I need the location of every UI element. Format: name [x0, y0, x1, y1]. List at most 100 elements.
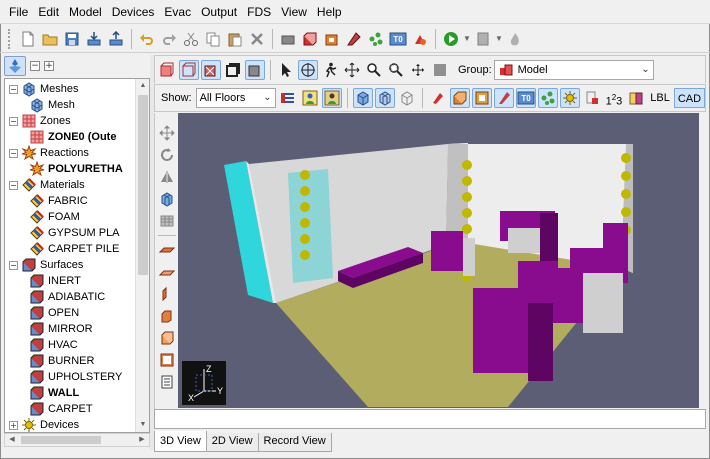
tree-category[interactable]: − Reactions — [9, 144, 89, 161]
open-folder-icon[interactable] — [40, 29, 60, 49]
select-pointer-icon[interactable] — [276, 60, 296, 80]
stair-icon[interactable] — [157, 211, 177, 231]
redo-icon[interactable] — [159, 29, 179, 49]
tree-category[interactable]: + Devices — [9, 417, 79, 432]
show-obstruction-icon[interactable] — [449, 88, 470, 108]
view-outline-icon[interactable] — [179, 59, 199, 80]
scroll-down-icon[interactable]: ▼ — [136, 418, 149, 432]
chair-1[interactable] — [431, 231, 463, 271]
expand-all-icon[interactable]: + — [44, 61, 54, 71]
device-sensor-icon[interactable] — [462, 208, 472, 218]
tree-category[interactable]: − Meshes — [9, 81, 79, 97]
show-evac-icon[interactable] — [321, 88, 342, 108]
floor-select[interactable]: All Floors ⌄ — [195, 88, 276, 108]
zoom-box-icon[interactable] — [386, 60, 406, 80]
navigation-toggle-icon[interactable] — [4, 56, 26, 76]
show-box-icon[interactable] — [397, 88, 417, 108]
move-icon[interactable] — [157, 123, 177, 143]
report-icon[interactable] — [473, 29, 493, 49]
notes-icon[interactable] — [157, 372, 177, 392]
obstruction-icon[interactable] — [300, 29, 320, 49]
device-sensor-icon[interactable] — [621, 171, 631, 181]
show-t0-icon[interactable]: T0 — [515, 88, 536, 108]
run-dropdown-arrow[interactable]: ▼ — [463, 34, 471, 43]
device-sensor-icon[interactable] — [462, 160, 472, 170]
show-grid-icon[interactable] — [352, 88, 373, 108]
slab-icon[interactable] — [157, 240, 177, 260]
tree-item[interactable]: BURNER — [29, 353, 94, 369]
mirror-icon[interactable] — [157, 167, 177, 187]
tab-record-view[interactable]: Record View — [257, 433, 332, 452]
scroll-left-icon[interactable]: ◀ — [5, 434, 19, 446]
fire-icon[interactable] — [410, 29, 430, 49]
show-mesh-icon[interactable] — [374, 88, 395, 108]
import-icon[interactable] — [84, 29, 104, 49]
menu-output[interactable]: Output — [196, 0, 242, 24]
menu-view[interactable]: View — [276, 0, 312, 24]
scroll-thumb[interactable] — [138, 95, 148, 275]
collapse-icon[interactable]: − — [9, 180, 18, 190]
tree-vertical-scrollbar[interactable]: ▲ ▼ — [135, 79, 149, 432]
report-dropdown-arrow[interactable]: ▼ — [495, 34, 503, 43]
tab-3d-view[interactable]: 3D View — [154, 431, 207, 452]
show-device-icon[interactable] — [559, 88, 580, 108]
new-file-icon[interactable] — [18, 29, 38, 49]
cad-toggle[interactable]: CAD — [673, 88, 706, 108]
export-icon[interactable] — [106, 29, 126, 49]
collapse-icon[interactable]: − — [9, 148, 18, 158]
tab-2d-view[interactable]: 2D View — [205, 433, 259, 452]
device-sensor-icon[interactable] — [300, 202, 310, 212]
room-icon[interactable] — [157, 350, 177, 370]
particle-icon[interactable] — [366, 29, 386, 49]
menu-model[interactable]: Model — [64, 0, 107, 24]
model-scene[interactable] — [178, 113, 699, 408]
show-slice-icon[interactable] — [493, 88, 514, 108]
zoom-icon[interactable] — [364, 60, 384, 80]
scroll-right-icon[interactable]: ▶ — [135, 434, 149, 446]
menu-evac[interactable]: Evac — [159, 0, 196, 24]
view-smooth-icon[interactable] — [245, 59, 265, 80]
tree-item[interactable]: ZONE0 (Oute — [29, 129, 116, 145]
t0-icon[interactable]: T0 — [388, 29, 408, 49]
undo-icon[interactable] — [137, 29, 157, 49]
hscroll-thumb[interactable] — [21, 436, 101, 444]
view-filled-icon[interactable] — [157, 60, 177, 80]
show-vent-icon[interactable] — [428, 88, 448, 108]
run-icon[interactable] — [441, 29, 461, 49]
armchair-side[interactable] — [540, 213, 558, 261]
wall-icon[interactable] — [157, 284, 177, 304]
collapse-icon[interactable]: − — [9, 116, 18, 126]
tree-item[interactable]: Mesh — [29, 97, 75, 113]
device-sensor-icon[interactable] — [621, 153, 631, 163]
tree-item[interactable]: FABRIC — [29, 193, 88, 209]
view-black-icon[interactable] — [223, 60, 243, 80]
tree-item[interactable]: CARPET PILE — [29, 241, 119, 257]
label-toggle[interactable]: LBL — [648, 88, 672, 108]
device-sensor-icon[interactable] — [462, 224, 472, 234]
tree-item[interactable]: UPHOLSTERY — [29, 369, 122, 385]
device-sensor-icon[interactable] — [300, 218, 310, 228]
fit-icon[interactable] — [408, 60, 428, 80]
show-hole-icon[interactable] — [471, 88, 492, 108]
device-sensor-icon[interactable] — [300, 234, 310, 244]
vent-icon[interactable] — [344, 29, 364, 49]
show-particle-icon[interactable] — [537, 88, 558, 108]
menu-fds[interactable]: FDS — [242, 0, 276, 24]
menu-devices[interactable]: Devices — [107, 0, 160, 24]
tree-category[interactable]: − Surfaces — [9, 257, 83, 273]
block-icon[interactable] — [157, 306, 177, 326]
expand-icon[interactable]: + — [9, 420, 18, 430]
tree-category[interactable]: − Zones — [9, 113, 71, 129]
tree-horizontal-scrollbar[interactable]: ◀ ▶ — [4, 433, 150, 447]
layer-icon[interactable] — [278, 29, 298, 49]
menu-file[interactable]: File — [4, 0, 33, 24]
tree-item[interactable]: OPEN — [29, 305, 79, 321]
numbering-toggle[interactable]: 123 — [604, 88, 625, 108]
tree-category[interactable]: − Materials — [9, 177, 85, 193]
plate-icon[interactable] — [157, 262, 177, 282]
floor-levels-icon[interactable] — [278, 88, 298, 108]
device-sensor-icon[interactable] — [621, 207, 631, 217]
save-icon[interactable] — [62, 29, 82, 49]
paste-icon[interactable] — [225, 29, 245, 49]
toolbar-grip[interactable] — [8, 28, 12, 49]
